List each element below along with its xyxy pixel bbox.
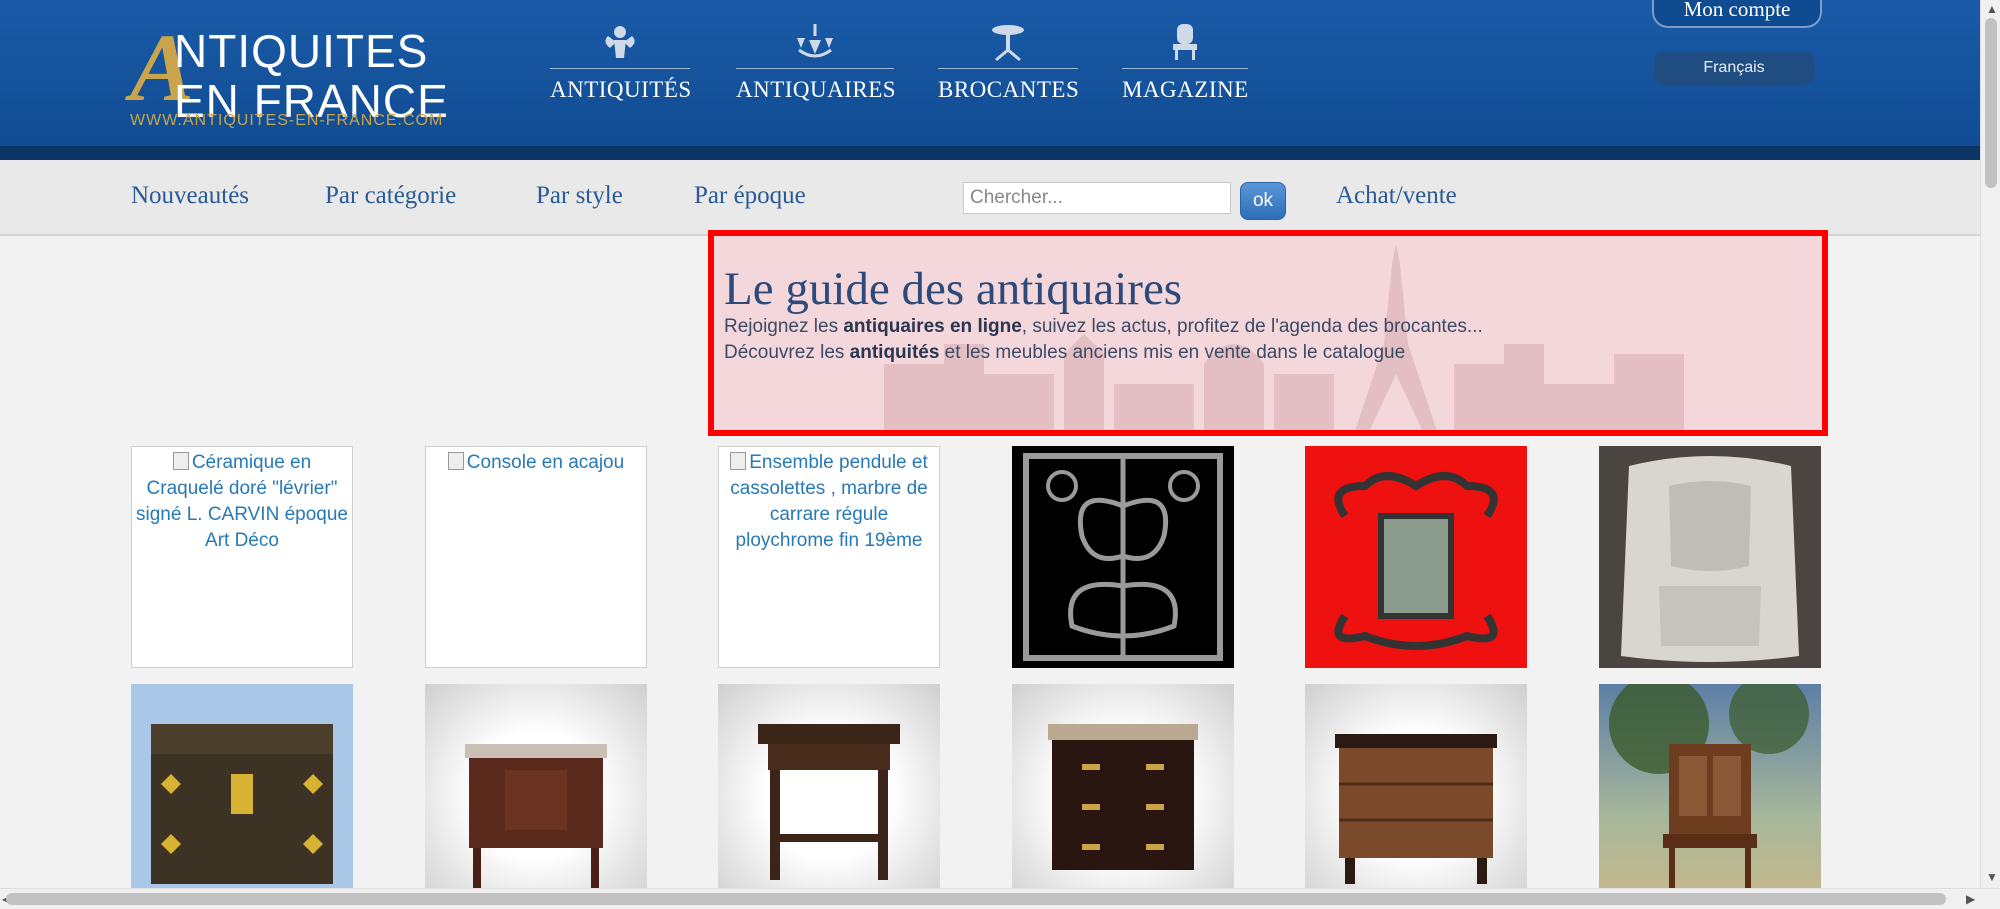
frosted-glass-lamp-image	[1621, 456, 1799, 662]
product-tile[interactable]	[1599, 684, 1821, 906]
site-header: A NTIQUITES EN FRANCE WWW.ANTIQUITES-EN-…	[0, 0, 1980, 160]
chandelier-icon	[736, 22, 894, 66]
vertical-scroll-thumb[interactable]	[1985, 18, 1997, 188]
product-tile[interactable]	[1305, 446, 1527, 668]
site-logo[interactable]: A NTIQUITES EN FRANCE WWW.ANTIQUITES-EN-…	[130, 20, 450, 132]
marble-top-commode-image	[1048, 724, 1198, 870]
chair-icon	[1122, 22, 1248, 66]
guide-line-1: Rejoignez les antiquaires en ligne, suiv…	[724, 316, 1483, 337]
product-tile[interactable]	[131, 684, 353, 906]
mahogany-console-image	[465, 744, 607, 888]
subnav-par-style[interactable]: Par style	[536, 182, 623, 210]
product-tile[interactable]	[1305, 684, 1527, 906]
search-input[interactable]	[963, 182, 1231, 214]
nav-antiquaires[interactable]: ANTIQUAIRES	[736, 22, 897, 112]
product-alt-text: Console en acajou	[426, 447, 646, 479]
broken-image-icon	[730, 452, 747, 470]
product-tile[interactable]	[1012, 684, 1234, 906]
product-tile[interactable]: Ensemble pendule et cassolettes , marbre…	[718, 446, 940, 668]
scroll-right-icon[interactable]: ▶	[1966, 892, 1975, 906]
product-tile[interactable]	[1599, 446, 1821, 668]
broken-image-icon	[172, 452, 189, 470]
wrought-iron-grille-image	[1023, 453, 1223, 661]
guide-banner: Le guide des antiquaires Rejoignez les a…	[708, 230, 1828, 436]
broken-image-icon	[447, 452, 464, 470]
subnav-par-categorie[interactable]: Par catégorie	[325, 182, 456, 210]
wooden-chest-image	[151, 724, 333, 884]
nav-magazine[interactable]: MAGAZINE	[1122, 22, 1248, 112]
search-ok-button[interactable]: ok	[1240, 182, 1286, 220]
subnav-nouveautes[interactable]: Nouveautés	[131, 182, 249, 210]
horizontal-scrollbar[interactable]: ◀ ▶	[0, 888, 2000, 909]
product-tile[interactable]: Console en acajou	[425, 446, 647, 668]
bureau-cabinet-image	[1609, 684, 1809, 898]
guide-line-2: Découvrez les antiquités et les meubles …	[724, 342, 1406, 363]
subnav-par-epoque[interactable]: Par époque	[694, 182, 806, 210]
product-tile[interactable]	[1012, 446, 1234, 668]
nav-label: BROCANTES	[938, 77, 1080, 102]
product-alt-text: Ensemble pendule et cassolettes , marbre…	[730, 452, 928, 551]
product-tile[interactable]	[718, 684, 940, 906]
antiquites-link[interactable]: antiquités	[850, 342, 940, 363]
wrought-iron-lantern-image	[1334, 472, 1498, 650]
guide-title: Le guide des antiquaires	[724, 263, 1183, 315]
logo-line-1: NTIQUITES	[174, 25, 429, 77]
nav-label: ANTIQUITÉS	[550, 77, 692, 102]
product-alt-text: Céramique en Craquelé doré "lévrier" sig…	[136, 452, 348, 551]
nav-brocantes[interactable]: BROCANTES	[938, 22, 1080, 112]
account-button[interactable]: Mon compte	[1652, 0, 1822, 28]
scroll-down-icon[interactable]: ▼	[1986, 870, 1998, 884]
nav-label: ANTIQUAIRES	[736, 77, 897, 102]
side-table-image	[758, 724, 900, 880]
vertical-scrollbar[interactable]: ▲ ▼	[1980, 0, 2000, 888]
scroll-up-icon[interactable]: ▲	[1986, 2, 1998, 16]
logo-url: WWW.ANTIQUITES-EN-FRANCE.COM	[130, 112, 444, 129]
language-button[interactable]: Français	[1654, 51, 1814, 85]
pedestal-table-icon	[938, 22, 1078, 66]
sub-nav: Nouveautés Par catégorie Par style Par é…	[0, 160, 1980, 236]
horizontal-scroll-thumb[interactable]	[6, 893, 1946, 905]
angel-icon	[550, 22, 690, 66]
chest-of-drawers-image	[1335, 734, 1497, 884]
header-stripe	[0, 146, 1980, 160]
subnav-achat-vente[interactable]: Achat/vente	[1336, 182, 1457, 210]
product-tile[interactable]: Céramique en Craquelé doré "lévrier" sig…	[131, 446, 353, 668]
antiquaires-en-ligne-link[interactable]: antiquaires en ligne	[843, 316, 1021, 337]
nav-label: MAGAZINE	[1122, 77, 1249, 102]
nav-antiquites[interactable]: ANTIQUITÉS	[550, 22, 692, 112]
product-tile[interactable]	[425, 684, 647, 906]
